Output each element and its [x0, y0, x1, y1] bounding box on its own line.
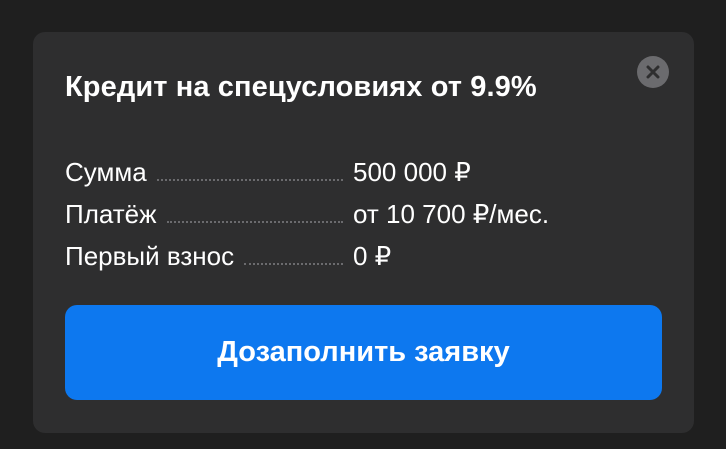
detail-label-down-payment: Первый взнос: [65, 241, 235, 271]
complete-application-button[interactable]: Дозаполнить заявку: [65, 305, 662, 400]
detail-value-payment: от 10 700 ₽/мес.: [353, 199, 550, 229]
detail-label-payment: Платёж: [65, 199, 157, 229]
detail-row-down-payment: Первый взнос 0 ₽: [65, 229, 625, 271]
detail-value-amount: 500 000 ₽: [353, 157, 471, 187]
detail-label-amount: Сумма: [65, 157, 147, 187]
dotted-leader: [244, 263, 343, 265]
close-button[interactable]: [637, 56, 669, 88]
card-title: Кредит на спецусловиях от 9.9%: [65, 71, 537, 103]
offer-details: Сумма 500 000 ₽ Платёж от 10 700 ₽/мес. …: [65, 145, 625, 271]
detail-row-amount: Сумма 500 000 ₽: [65, 145, 625, 187]
dotted-leader: [166, 221, 343, 223]
dotted-leader: [156, 179, 343, 181]
close-icon: [646, 65, 660, 79]
detail-value-down-payment: 0 ₽: [353, 241, 392, 271]
credit-offer-card: Кредит на спецусловиях от 9.9% Сумма 500…: [33, 32, 694, 433]
detail-row-payment: Платёж от 10 700 ₽/мес.: [65, 187, 625, 229]
